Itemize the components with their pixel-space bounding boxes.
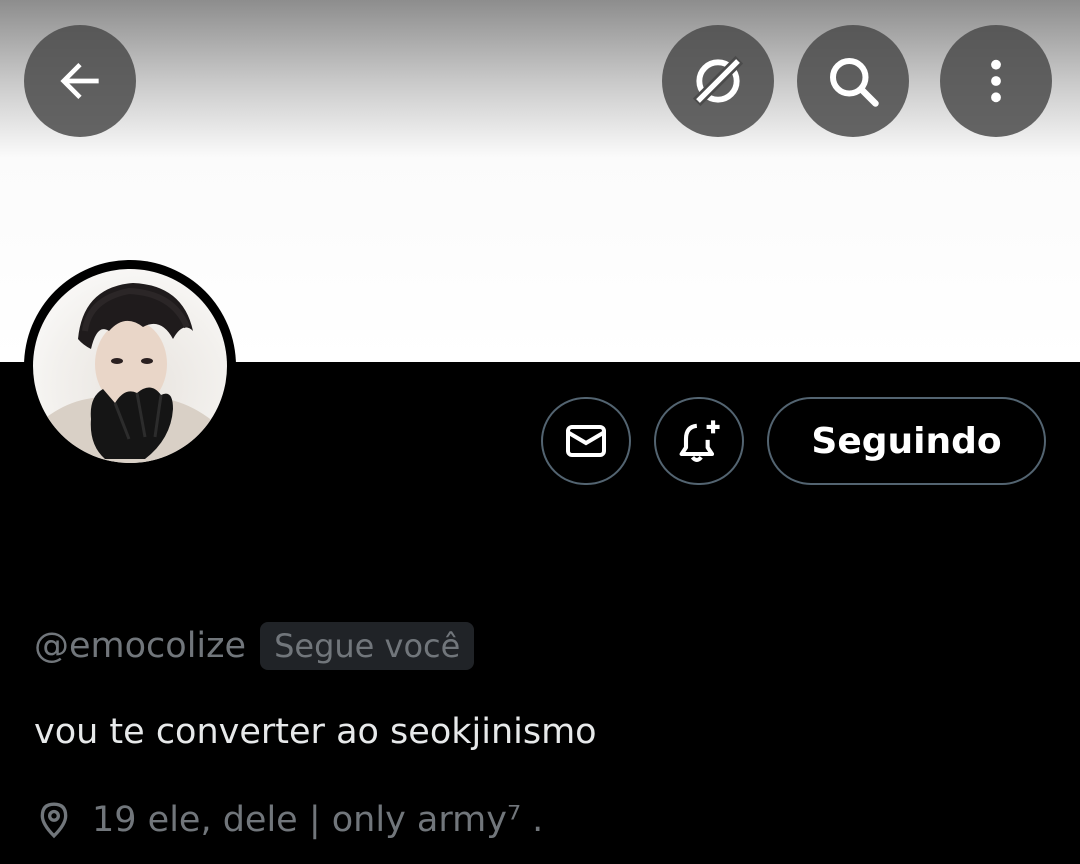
location-row: 19 ele, dele | only army⁷ . [34,800,543,840]
location-pin-icon [40,802,68,839]
profile-handle: @emocolize [34,626,247,666]
following-label: Seguindo [811,420,1002,462]
arrow-left-icon [60,63,99,99]
following-button[interactable]: Seguindo [767,397,1046,485]
search-button[interactable] [797,25,909,137]
profile-location: 19 ele, dele | only army⁷ . [92,800,544,840]
envelope-icon [566,425,606,457]
more-vertical-icon [991,59,1001,103]
bell-plus-icon [679,420,720,462]
avatar-ring[interactable] [24,260,236,472]
more-options-button[interactable] [940,25,1052,137]
handle-row: @emocolize Segue você [34,622,475,670]
back-button[interactable] [24,25,136,137]
search-icon [830,58,879,107]
grok-button[interactable] [662,25,774,137]
follows-you-badge: Segue você [260,622,475,670]
message-button[interactable] [541,397,631,485]
notifications-button[interactable] [654,397,744,485]
avatar[interactable] [33,269,227,463]
profile-bio: vou te converter ao seokjinismo [34,712,597,752]
avatar-photo [33,283,227,463]
grok-icon [692,55,744,107]
